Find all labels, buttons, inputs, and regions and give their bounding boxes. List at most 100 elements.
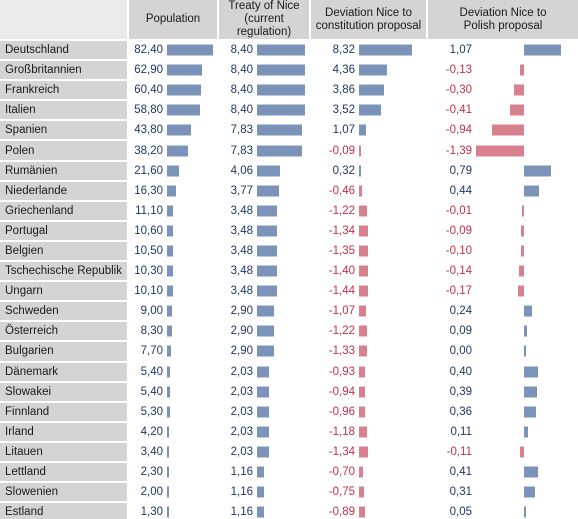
- bar-track: [257, 162, 309, 180]
- data-bar: [257, 466, 264, 478]
- cell-treaty-of-nice: 2,90: [218, 341, 311, 363]
- cell-population: 2,30: [128, 461, 219, 484]
- column-header-nice-line1: Treaty of Nice: [228, 0, 300, 12]
- table-row[interactable]: Griechenland 11,10 3,48 -1,22 -0,01: [0, 200, 578, 222]
- value-deviation-constitution: -0,94: [328, 385, 355, 398]
- table-row[interactable]: Irland 4,20 2,03 -1,18 0,11: [0, 421, 578, 443]
- value-deviation-constitution: -1,34: [328, 224, 355, 237]
- data-bar: [167, 325, 172, 337]
- cell-deviation-constitution: -1,40: [310, 261, 428, 283]
- cell-deviation-polish: -0,41: [427, 100, 578, 122]
- value-deviation-constitution: 8,32: [332, 44, 355, 57]
- row-label-country: Slowakei: [0, 381, 129, 403]
- cell-content: -0,09: [311, 141, 426, 159]
- table-row[interactable]: Dänemark 5,40 2,03 -0,93 0,40: [0, 361, 578, 383]
- value-treaty-of-nice: 8,40: [230, 104, 253, 117]
- column-header-deviation-constitution[interactable]: Deviation Nice to constitution proposal: [310, 0, 428, 41]
- data-bar: [167, 506, 169, 518]
- cell-deviation-polish: 1,07: [427, 40, 578, 62]
- cell-treaty-of-nice: 1,16: [218, 502, 311, 519]
- row-label-country: Ungarn: [0, 281, 129, 303]
- bar-track: [359, 342, 426, 360]
- value-population: 10,10: [134, 285, 163, 298]
- value-treaty-of-nice: 7,83: [230, 144, 253, 157]
- data-bar: [167, 245, 173, 257]
- cell-content: 11,10: [129, 202, 217, 220]
- cell-content: 10,30: [129, 262, 217, 280]
- bar-track: [359, 182, 426, 200]
- cell-content: -0,94: [311, 383, 426, 401]
- table-row[interactable]: Frankreich 60,40 8,40 3,86 -0,30: [0, 80, 578, 102]
- row-label-country: Estland: [0, 502, 129, 519]
- column-header-nice-line2: (current regulation): [236, 13, 292, 38]
- row-label-country: Irland: [0, 421, 129, 443]
- table-row[interactable]: Lettland 2,30 1,16 -0,70 0,41: [0, 461, 578, 484]
- cell-deviation-polish: -0,11: [427, 441, 578, 463]
- bar-track: [167, 121, 217, 139]
- bar-track: [257, 363, 309, 381]
- column-header-population[interactable]: Population: [128, 0, 219, 41]
- value-treaty-of-nice: 2,03: [230, 365, 253, 378]
- cell-treaty-of-nice: 3,77: [218, 180, 311, 202]
- cell-content: 10,50: [129, 242, 217, 260]
- table-row[interactable]: Deutschland 82,40 8,40 8,32 1,07: [0, 40, 578, 62]
- table-row[interactable]: Slowakei 5,40 2,03 -0,94 0,39: [0, 381, 578, 403]
- bar-track: [167, 383, 217, 401]
- data-bar: [167, 345, 172, 357]
- data-bar: [359, 406, 366, 418]
- cell-deviation-constitution: 3,52: [310, 100, 428, 122]
- data-bar: [359, 486, 364, 498]
- table-row[interactable]: Portugal 10,60 3,48 -1,34 -0,09: [0, 220, 578, 242]
- column-header-treaty-of-nice[interactable]: Treaty of Nice (current regulation): [218, 0, 311, 41]
- cell-treaty-of-nice: 2,03: [218, 421, 311, 443]
- value-deviation-constitution: -1,22: [328, 325, 355, 338]
- table-row[interactable]: Polen 38,20 7,83 -0,09 -1,39: [0, 140, 578, 162]
- cell-deviation-polish: 0,09: [427, 321, 578, 343]
- column-header-dev-const-line2: constitution proposal: [315, 19, 422, 32]
- value-treaty-of-nice: 2,03: [230, 445, 253, 458]
- bar-track: [167, 222, 217, 240]
- bar-track: [167, 302, 217, 320]
- bar-track: [257, 41, 309, 59]
- data-bar: [522, 205, 524, 217]
- value-deviation-constitution: -0,89: [328, 506, 355, 519]
- data-bar: [509, 104, 524, 116]
- table-row[interactable]: Italien 58,80 8,40 3,52 -0,41: [0, 100, 578, 122]
- data-bar: [257, 426, 269, 438]
- cell-content: 0,31: [428, 483, 578, 501]
- cell-content: 0,44: [428, 182, 578, 200]
- table-row[interactable]: Österreich 8,30 2,90 -1,22 0,09: [0, 321, 578, 343]
- cell-content: 7,83: [219, 141, 309, 159]
- table-row[interactable]: Ungarn 10,10 3,48 -1,44 -0,17: [0, 281, 578, 303]
- table-row[interactable]: Niederlande 16,30 3,77 -0,46 0,44: [0, 180, 578, 202]
- data-bar: [359, 285, 369, 297]
- data-bar: [167, 64, 203, 76]
- table-row[interactable]: Spanien 43,80 7,83 1,07 -0,94: [0, 120, 578, 142]
- table-row[interactable]: Schweden 9,00 2,90 -1,07 0,24: [0, 301, 578, 323]
- data-bar: [359, 265, 368, 277]
- table-row[interactable]: Estland 1,30 1,16 -0,89 0,05: [0, 502, 578, 519]
- value-deviation-polish: -0,14: [445, 265, 472, 278]
- value-deviation-polish: 0,09: [449, 325, 472, 338]
- data-bar: [167, 145, 189, 157]
- table-row[interactable]: Bulgarien 7,70 2,90 -1,33 0,00: [0, 341, 578, 363]
- data-bar: [167, 205, 174, 217]
- table-row[interactable]: Litauen 3,40 2,03 -1,34 -0,11: [0, 441, 578, 463]
- data-bar: [524, 44, 561, 56]
- table-row[interactable]: Großbritannien 62,90 8,40 4,36 -0,13: [0, 60, 578, 82]
- table-row[interactable]: Tschechische Republik 10,30 3,48 -1,40 -0,14: [0, 261, 578, 283]
- cell-deviation-constitution: -1,18: [310, 421, 428, 443]
- cell-population: 60,40: [128, 80, 219, 102]
- bar-track: [257, 222, 309, 240]
- table-row[interactable]: Finnland 5,30 2,03 -0,96 0,36: [0, 401, 578, 423]
- table-row[interactable]: Slowenien 2,00 1,16 -0,75 0,31: [0, 482, 578, 504]
- cell-content: 38,20: [129, 141, 217, 159]
- data-bar: [257, 44, 305, 56]
- table-row[interactable]: Belgien 10,50 3,48 -1,35 -0,10: [0, 240, 578, 263]
- bar-track-centered: [476, 383, 578, 401]
- bar-track: [359, 262, 426, 280]
- bar-track: [167, 242, 217, 260]
- cell-content: 7,70: [129, 342, 217, 360]
- table-row[interactable]: Rumänien 21,60 4,06 0,32 0,79: [0, 160, 578, 182]
- column-header-deviation-polish[interactable]: Deviation Nice to Polish proposal: [427, 0, 578, 41]
